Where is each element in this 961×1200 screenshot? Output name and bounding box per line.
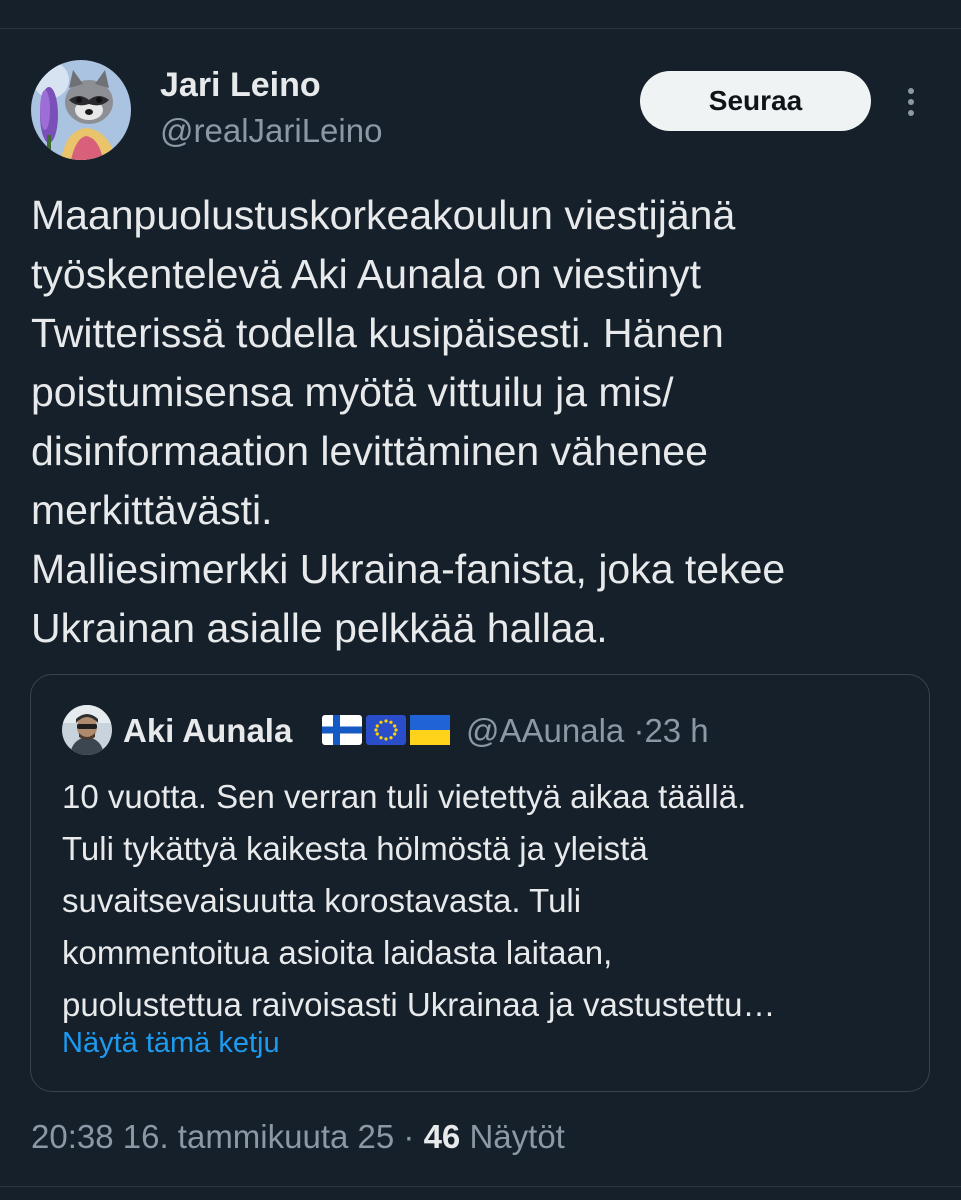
- quoted-author-handle: @AAunala: [466, 712, 625, 749]
- follow-button[interactable]: Seuraa: [640, 71, 871, 131]
- quoted-text-line: puolustettua raivoisasti Ukrainaa ja vas…: [62, 986, 776, 1023]
- quoted-text-line: kommentoitua asioita laidasta laitaan,: [62, 934, 613, 971]
- quoted-tweet-card[interactable]: Aki Aunala @AAunala ·23 h 10 vuotta. Sen…: [30, 674, 930, 1092]
- finland-flag-icon: [322, 715, 362, 745]
- views-count: 46: [423, 1118, 461, 1155]
- bottom-divider: [0, 1186, 961, 1187]
- tweet-text-line: työskentelevä Aki Aunala on viestinyt: [31, 251, 702, 297]
- separator-dot: ·: [633, 712, 645, 749]
- views-label: Näytöt: [469, 1118, 565, 1155]
- tweet-text-line: poistumisensa myötä vittuilu ja mis/: [31, 369, 674, 415]
- tweet-text-line: merkittävästi.: [31, 487, 273, 533]
- more-options-icon[interactable]: [896, 82, 926, 122]
- tweet-text-line: disinformaation levittäminen vähenee: [31, 428, 708, 474]
- tweet-text-line: Maanpuolustuskorkeakoulun viestijänä: [31, 192, 736, 238]
- tweet-meta-row: 20:38 16. tammikuuta 25 · 46 Näytöt: [31, 1118, 565, 1156]
- quoted-text-line: 10 vuotta. Sen verran tuli vietettyä aik…: [62, 778, 747, 815]
- more-dot: [908, 110, 914, 116]
- eu-flag-icon: [366, 715, 406, 745]
- more-dot: [908, 99, 914, 105]
- tweet-timestamp[interactable]: 20:38 16. tammikuuta 25: [31, 1118, 394, 1155]
- quoted-author-flags: [322, 715, 450, 745]
- author-avatar[interactable]: [31, 60, 131, 160]
- quoted-meta: @AAunala ·23 h: [466, 712, 709, 750]
- quoted-tweet-text: 10 vuotta. Sen verran tuli vietettyä aik…: [62, 771, 912, 1031]
- tweet-text-line: Ukrainan asialle pelkkää hallaa.: [31, 605, 608, 651]
- tweet-text-line: Twitterissä todella kusipäisesti. Hänen: [31, 310, 724, 356]
- tweet-text-line: Malliesimerkki Ukraina-fanista, joka tek…: [31, 546, 786, 592]
- show-thread-link[interactable]: Näytä tämä ketju: [62, 1027, 280, 1060]
- top-divider: [0, 28, 961, 29]
- quoted-text-line: Tuli tykättyä kaikesta hölmöstä ja yleis…: [62, 830, 648, 867]
- tweet-text: Maanpuolustuskorkeakoulun viestijänä työ…: [31, 186, 936, 658]
- quoted-text-line: suvaitsevaisuutta korostavasta. Tuli: [62, 882, 582, 919]
- author-name[interactable]: Jari Leino: [160, 66, 321, 105]
- quoted-author-avatar[interactable]: [62, 705, 112, 755]
- ukraine-flag-icon: [410, 715, 450, 745]
- tweet-detail-view: Jari Leino @realJariLeino Seuraa Maanpuo…: [0, 0, 961, 1200]
- author-handle[interactable]: @realJariLeino: [160, 112, 382, 150]
- quoted-author-name: Aki Aunala: [123, 712, 293, 749]
- separator-dot: ·: [403, 1118, 415, 1155]
- more-dot: [908, 88, 914, 94]
- quoted-time: 23 h: [644, 712, 709, 749]
